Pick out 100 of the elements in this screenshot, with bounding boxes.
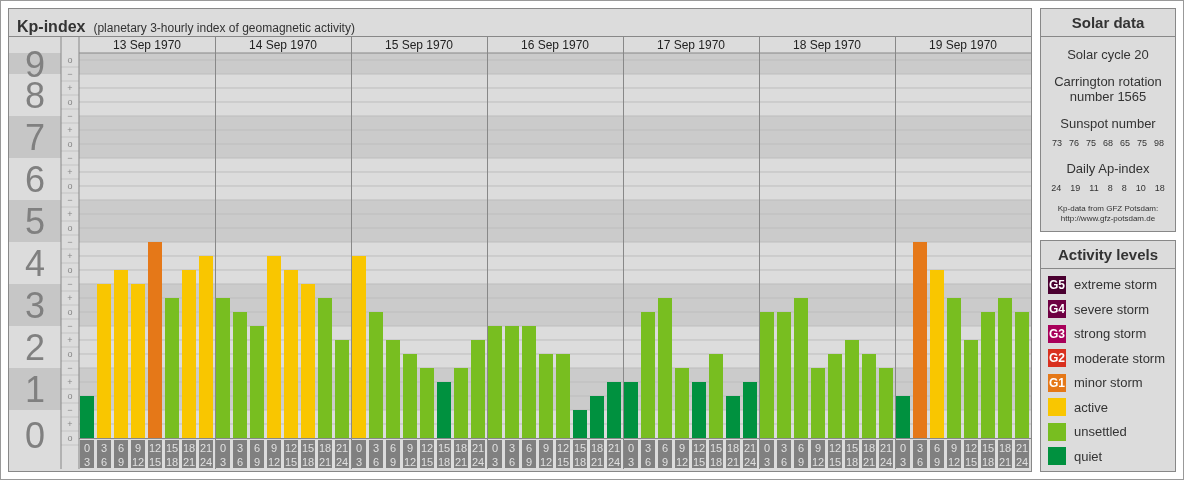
kp-sublevel-label: o	[67, 181, 73, 191]
time-slot-label: 6 9	[250, 440, 264, 468]
kp-sublevel-label: o	[67, 55, 73, 65]
time-slot-label: 0 3	[760, 440, 774, 468]
ap-index-value: 8	[1121, 182, 1127, 195]
date-label: 13 Sep 1970	[112, 38, 182, 52]
time-slot-label: 3 6	[97, 440, 111, 468]
bar	[743, 382, 757, 438]
bar	[675, 368, 689, 438]
time-slot-label: 9 12	[267, 440, 281, 468]
storm-level-badge: G5	[1048, 275, 1066, 294]
time-slot-label: 12 15	[148, 440, 162, 468]
time-slot-label: 6 9	[658, 440, 672, 468]
kp-level-label: 1	[25, 369, 45, 410]
time-slot-label: 6 9	[794, 440, 808, 468]
kp-sublevel-label: +	[67, 125, 73, 135]
time-slot-label: 3 6	[233, 440, 247, 468]
level-label: unsettled	[1074, 423, 1127, 441]
ap-index-value: 24	[1051, 182, 1062, 195]
kp-sublevel-label: o	[67, 433, 73, 443]
bar	[624, 382, 638, 438]
kp-sublevel-label: +	[67, 419, 73, 429]
panel-title: Solar data	[1041, 9, 1175, 37]
kp-sublevel-label: −	[67, 321, 73, 331]
time-slot-label: 9 12	[947, 440, 961, 468]
chart-subtitle: (planetary 3-hourly index of geomagnetic activity)	[93, 20, 355, 37]
level-label: active	[1074, 398, 1108, 417]
source-note: http://www.gfz-potsdam.de	[1060, 213, 1156, 224]
kp-level-label: 7	[25, 117, 45, 158]
kp-level-label: 6	[25, 159, 45, 200]
time-slot-label: 0 3	[624, 440, 638, 468]
solar-cycle: Solar cycle 20	[1067, 46, 1149, 64]
kp-sublevel-label: −	[67, 279, 73, 289]
kp-sublevel-label: +	[67, 167, 73, 177]
time-slot-label: 18 21	[182, 440, 196, 468]
ap-index-value: 8	[1107, 182, 1113, 195]
source-note: Kp-data from GFZ Potsdam:	[1057, 203, 1159, 214]
bar	[454, 368, 468, 438]
chart-title: Kp-index	[17, 17, 86, 37]
kp-sublevel-label: o	[67, 265, 73, 275]
panel-title: Activity levels	[1041, 241, 1175, 269]
sunspot-value: 75	[1085, 137, 1096, 150]
time-slot-label: 21 24	[743, 440, 757, 468]
ap-index-value: 10	[1135, 182, 1146, 195]
bar	[726, 396, 740, 438]
bar	[879, 368, 893, 438]
time-slot-label: 9 12	[539, 440, 553, 468]
bar	[437, 382, 451, 438]
kp-sublevel-label: o	[67, 349, 73, 359]
kp-sublevel-label: −	[67, 237, 73, 247]
storm-level-badge: G2	[1048, 349, 1066, 368]
level-label: strong storm	[1074, 325, 1147, 343]
time-slot-label: 12 15	[420, 440, 434, 468]
ap-index-value: 19	[1070, 182, 1081, 195]
scale-band	[9, 284, 61, 326]
time-slot-label: 18 21	[318, 440, 332, 468]
time-slot-label: 0 3	[488, 440, 502, 468]
sunspot-value: 75	[1137, 137, 1148, 150]
time-slot-label: 15 18	[981, 440, 995, 468]
kp-sublevel-label: +	[67, 83, 73, 93]
sunspot-value: 98	[1154, 137, 1165, 150]
time-slot-label: 9 12	[403, 440, 417, 468]
time-slot-label: 6 9	[522, 440, 536, 468]
storm-level-badge: G1	[1048, 373, 1066, 392]
kp-sublevel-label: −	[67, 111, 73, 121]
time-slot-label: 3 6	[641, 440, 655, 468]
time-slot-label: 0 3	[352, 440, 366, 468]
bar	[590, 396, 604, 438]
bar	[80, 396, 94, 438]
time-slot-label: 12 15	[284, 440, 298, 468]
sunspot-value: 76	[1068, 137, 1079, 150]
level-label: quiet	[1074, 447, 1103, 466]
kp-level-label: 4	[25, 243, 45, 284]
time-slot-label: 12 15	[692, 440, 706, 468]
storm-level-badge: G4	[1048, 300, 1066, 319]
level-label: minor storm	[1074, 374, 1143, 392]
time-slot-label: 21 24	[1015, 440, 1029, 468]
time-slot-label: 18 21	[454, 440, 468, 468]
kp-level-label: 3	[25, 285, 45, 326]
bar	[811, 368, 825, 438]
sunspot-value: 65	[1120, 137, 1130, 150]
date-label: 15 Sep 1970	[384, 38, 454, 52]
kp-sublevel-label: +	[67, 209, 73, 219]
kp-sublevel-label: o	[67, 307, 73, 317]
time-slot-label: 18 21	[998, 440, 1012, 468]
date-label: 16 Sep 1970	[520, 38, 590, 52]
bar	[896, 396, 910, 438]
sunspot-value: 73	[1051, 137, 1062, 150]
bar	[573, 410, 587, 438]
kp-sublevel-label: +	[67, 251, 73, 261]
kp-sublevel-label: +	[67, 377, 73, 387]
sunspot-value: 68	[1103, 137, 1113, 150]
kp-sublevel-label: +	[67, 293, 73, 303]
storm-level-badge: G3	[1048, 324, 1066, 343]
time-slot-label: 12 15	[828, 440, 842, 468]
time-slot-label: 0 3	[896, 440, 910, 468]
time-slot-label: 3 6	[505, 440, 519, 468]
carrington-rotation: Carrington rotation number 1565	[1053, 73, 1163, 104]
time-slot-label: 18 21	[726, 440, 740, 468]
time-slot-label: 6 9	[930, 440, 944, 468]
